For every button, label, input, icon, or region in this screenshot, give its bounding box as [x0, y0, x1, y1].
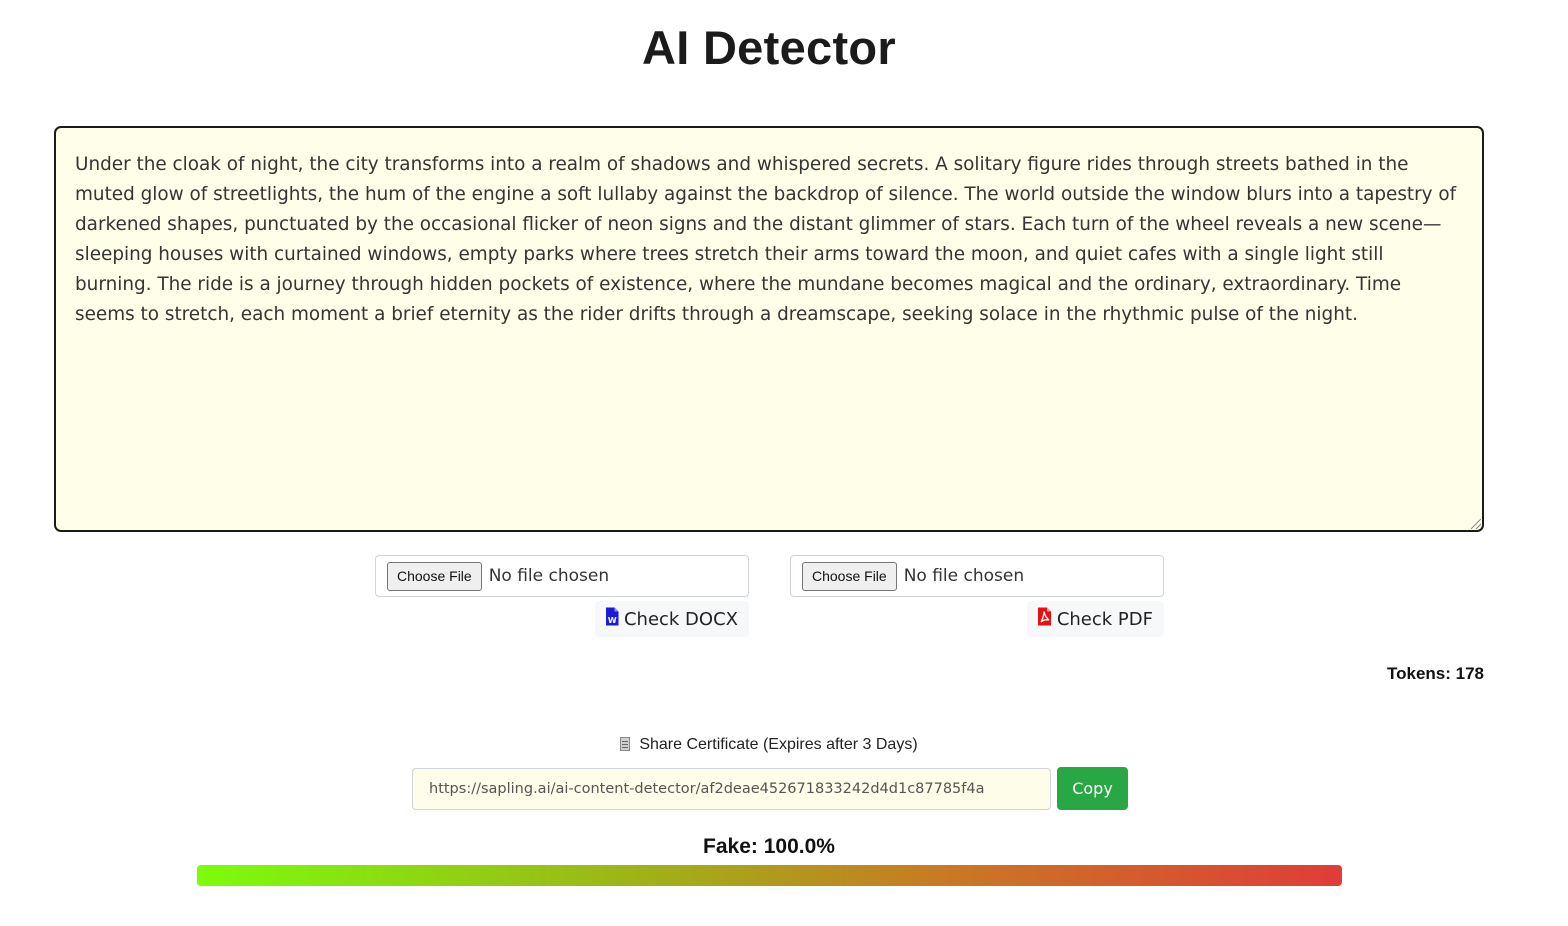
fake-score-bar	[197, 865, 1342, 886]
check-pdf-button[interactable]: Check PDF	[1026, 601, 1164, 637]
pdf-file-status: No file chosen	[903, 566, 1025, 586]
resize-grip[interactable]	[1470, 518, 1484, 532]
docx-file-input[interactable]: Choose File No file chosen	[375, 555, 749, 597]
share-certificate-label: Share Certificate (Expires after 3 Days)	[639, 736, 918, 753]
copy-button[interactable]: Copy	[1057, 767, 1128, 810]
svg-text:W: W	[608, 616, 617, 625]
docx-upload-group: Choose File No file chosen W Check DOCX	[375, 555, 749, 637]
fake-score-bar-fill	[197, 865, 1342, 886]
pdf-choose-file-button[interactable]: Choose File	[802, 561, 897, 591]
pdf-file-input[interactable]: Choose File No file chosen	[790, 555, 1164, 597]
text-input-area[interactable]	[54, 126, 1484, 532]
pdf-upload-group: Choose File No file chosen Check PDF	[790, 555, 1164, 637]
docx-choose-file-button[interactable]: Choose File	[387, 561, 482, 591]
certificate-url-field[interactable]	[412, 768, 1051, 810]
word-doc-icon: W	[605, 607, 624, 631]
ai-detector-page: AI Detector Choose File No file chosen W…	[0, 0, 1568, 926]
document-icon	[620, 737, 631, 751]
share-certificate-heading: Share Certificate (Expires after 3 Days)	[0, 736, 1538, 754]
check-docx-button[interactable]: W Check DOCX	[594, 601, 749, 637]
token-count: Tokens: 178	[1386, 664, 1484, 683]
check-docx-label: Check DOCX	[623, 608, 738, 630]
pdf-doc-icon	[1037, 607, 1057, 631]
docx-file-status: No file chosen	[488, 566, 610, 586]
page-title: AI Detector	[641, 21, 897, 74]
check-pdf-label: Check PDF	[1056, 608, 1153, 630]
fake-score-label: Fake: 100.0%	[703, 835, 835, 858]
